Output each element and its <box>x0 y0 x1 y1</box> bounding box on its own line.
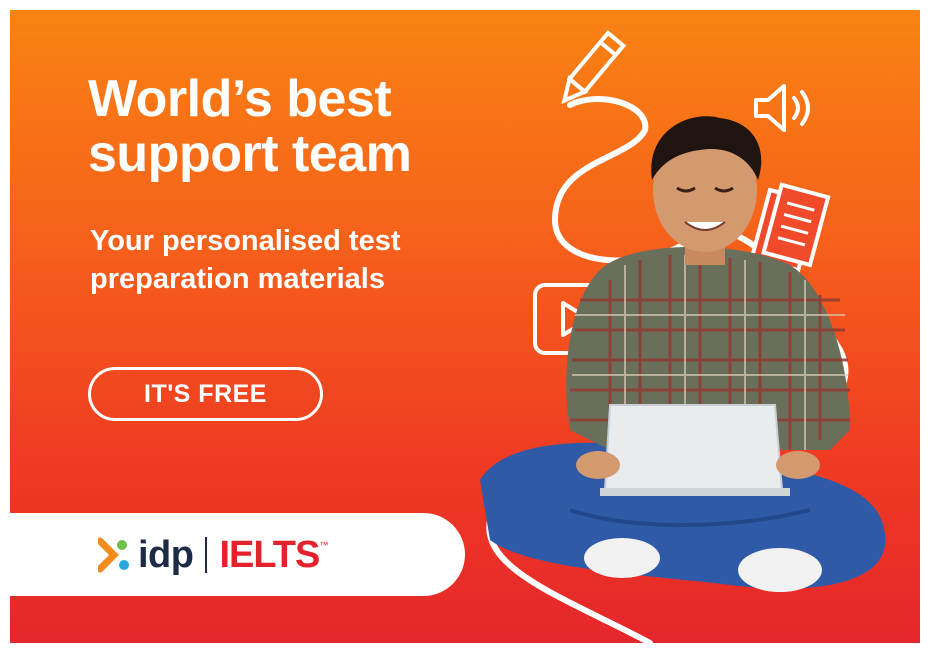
brand-logo[interactable]: idp IELTS ™ <box>98 530 328 580</box>
idp-wordmark: idp <box>138 533 194 576</box>
logo-divider <box>205 537 208 573</box>
trademark-symbol: ™ <box>319 540 329 550</box>
pencil-icon <box>561 30 627 105</box>
idp-logo-icon <box>98 537 129 573</box>
ielts-wordmark: IELTS <box>219 533 320 576</box>
ad-banner[interactable]: World’s best support team Your personali… <box>10 10 920 643</box>
speaker-icon <box>754 84 810 132</box>
